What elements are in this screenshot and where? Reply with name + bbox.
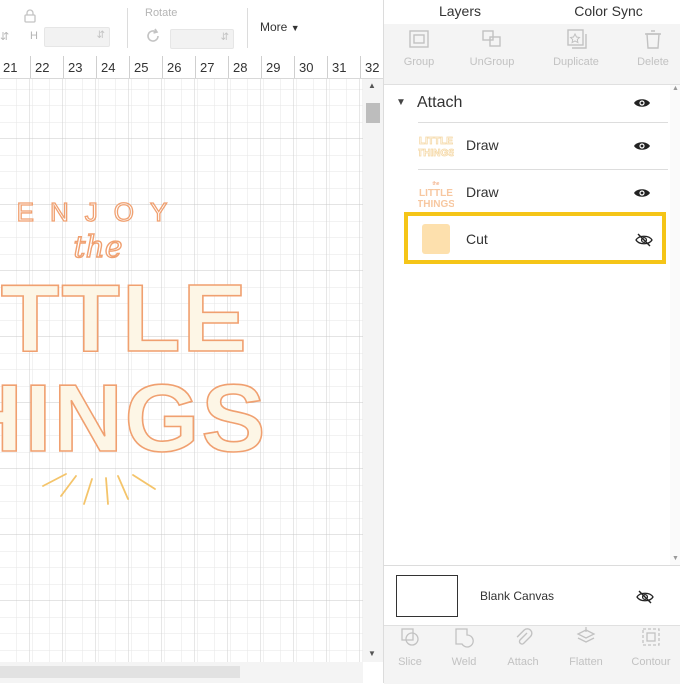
weld-icon: [455, 628, 474, 648]
ruler-number: 23: [68, 60, 83, 75]
scrollbar-thumb[interactable]: [366, 103, 380, 123]
ruler-number: 28: [233, 60, 248, 75]
cut-color-swatch[interactable]: [422, 224, 450, 254]
toolbar-divider: [127, 8, 128, 48]
layer-name: Draw: [466, 184, 499, 200]
ungroup-label: UnGroup: [469, 56, 515, 68]
scroll-up-icon[interactable]: ▲: [368, 81, 376, 90]
flatten-label: Flatten: [569, 656, 603, 668]
design-canvas[interactable]: ENJOY the LITTLE THINGS: [0, 79, 363, 662]
ruler-number: 26: [167, 60, 182, 75]
eye-icon[interactable]: [633, 187, 651, 199]
more-label: More: [260, 20, 288, 34]
weld-button[interactable]: Weld: [432, 626, 496, 668]
contour-label: Contour: [631, 656, 671, 668]
slice-icon: [401, 628, 419, 646]
delete-label: Delete: [637, 56, 669, 68]
delete-button[interactable]: Delete: [618, 28, 680, 68]
ruler-number: 27: [200, 60, 215, 75]
group-button[interactable]: Group: [384, 28, 454, 68]
paperclip-icon: [516, 628, 533, 645]
attach-button[interactable]: Attach: [491, 626, 555, 668]
duplicate-icon: [567, 29, 587, 49]
layer-name: Draw: [466, 137, 499, 153]
flatten-icon: [576, 627, 596, 643]
layer-row[interactable]: LITTLE THINGS Draw: [418, 123, 668, 169]
eye-hidden-icon[interactable]: [634, 232, 654, 248]
layer-thumbnail: theLITTLETHINGS: [418, 175, 454, 211]
contour-button[interactable]: Contour: [619, 626, 680, 668]
scrollbar-thumb[interactable]: [0, 666, 240, 678]
blank-canvas-label: Blank Canvas: [480, 589, 555, 603]
height-stepper-icon[interactable]: ⇵: [97, 30, 105, 41]
group-row-attach[interactable]: ▼ Attach: [384, 85, 670, 122]
svg-text:LITTLE: LITTLE: [419, 136, 453, 147]
ruler-number: 29: [266, 60, 281, 75]
eye-icon[interactable]: [633, 97, 651, 109]
svg-text:THINGS: THINGS: [418, 199, 454, 210]
svg-text:LITTLE: LITTLE: [419, 188, 453, 199]
ruler-number: 30: [299, 60, 314, 75]
panel-scrollbar[interactable]: ▲ ▼: [670, 85, 680, 565]
duplicate-button[interactable]: Duplicate: [541, 28, 611, 68]
weld-label: Weld: [451, 656, 477, 668]
ruler-number: 25: [134, 60, 149, 75]
layer-name: Cut: [466, 231, 488, 247]
layer-row[interactable]: the LITTLE THINGS Draw: [418, 170, 668, 216]
blank-canvas-swatch[interactable]: [396, 575, 458, 617]
caret-down-icon: ▼: [290, 23, 300, 33]
rotate-label: Rotate: [145, 7, 178, 19]
toolbar-divider: [247, 8, 248, 48]
scroll-down-icon[interactable]: ▼: [368, 649, 376, 658]
attach-label: Attach: [507, 656, 539, 668]
ruler-number: 24: [101, 60, 116, 75]
group-icon: [409, 30, 429, 48]
canvas-horizontal-scrollbar[interactable]: [0, 662, 363, 683]
rotate-input[interactable]: ⇵: [170, 29, 234, 49]
ruler-number: 32: [365, 60, 380, 75]
layers-list: ▼ Attach LITTLE THINGS Draw the LITTLE THIN…: [384, 85, 670, 565]
height-input[interactable]: ⇵: [44, 27, 110, 47]
more-menu-button[interactable]: More ▼: [260, 20, 300, 34]
svg-text:THINGS: THINGS: [418, 148, 454, 159]
top-toolbar: ⇵ H ⇵ Rotate ⇵ More ▼: [0, 0, 383, 57]
scroll-up-icon[interactable]: ▲: [672, 85, 679, 92]
flatten-button[interactable]: Flatten: [554, 626, 618, 668]
enjoy-little-things-artwork[interactable]: ENJOY the LITTLE THINGS: [0, 79, 363, 662]
rotate-icon[interactable]: [144, 27, 162, 50]
artwork-enjoy-text: ENJOY: [17, 197, 184, 227]
tab-layers[interactable]: Layers: [384, 0, 536, 26]
artwork-things-text: THINGS: [0, 365, 267, 472]
duplicate-label: Duplicate: [553, 56, 599, 68]
layers-panel: Layers Color Sync Group UnGroup Duplicat…: [383, 0, 680, 684]
eye-hidden-icon[interactable]: [635, 589, 655, 605]
group-label: Group: [403, 56, 435, 68]
svg-text:the: the: [433, 181, 440, 187]
blank-canvas-row[interactable]: Blank Canvas: [384, 565, 680, 626]
rotate-stepper-icon[interactable]: ⇵: [221, 32, 229, 43]
horizontal-ruler: 21 22 23 24 25 26 27 28 29 30 31 32: [0, 56, 383, 79]
slice-label: Slice: [398, 656, 422, 668]
ruler-number: 22: [35, 60, 50, 75]
canvas-vertical-scrollbar[interactable]: ▲ ▼: [363, 79, 383, 662]
artwork-sun-rays: [42, 473, 156, 505]
group-name: Attach: [417, 94, 463, 111]
contour-icon: [642, 628, 660, 646]
tab-color-sync[interactable]: Color Sync: [536, 0, 680, 25]
ruler-number: 21: [3, 60, 18, 75]
artwork-little-text: LITTLE: [0, 265, 249, 372]
height-label: H: [30, 30, 38, 42]
artwork-the-text: the: [73, 230, 122, 265]
stepper-arrows-icon[interactable]: ⇵: [0, 30, 9, 43]
scroll-down-icon[interactable]: ▼: [672, 555, 679, 562]
highlighted-layer-row[interactable]: Cut: [404, 212, 666, 264]
ungroup-icon: [482, 30, 501, 47]
ruler-number: 31: [332, 60, 347, 75]
ungroup-button[interactable]: UnGroup: [457, 28, 527, 68]
lock-icon[interactable]: [24, 9, 36, 28]
collapse-caret-icon[interactable]: ▼: [396, 97, 406, 108]
layer-thumbnail: LITTLETHINGS: [418, 128, 454, 164]
eye-icon[interactable]: [633, 140, 651, 152]
trash-icon: [645, 30, 661, 49]
